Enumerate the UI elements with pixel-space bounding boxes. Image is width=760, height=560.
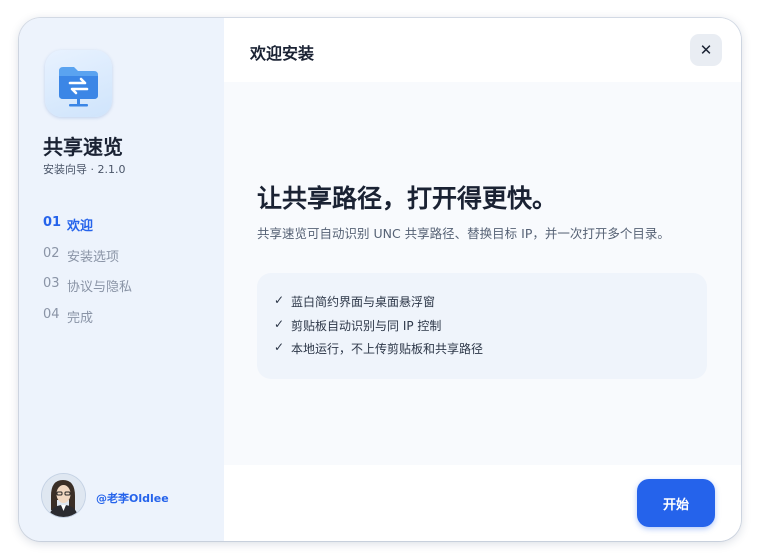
step-item-welcome: 01 欢迎: [43, 215, 213, 246]
step-number: 03: [43, 276, 60, 291]
step-item-finish: 04 完成: [43, 307, 213, 338]
page-title: 欢迎安装: [250, 44, 315, 63]
main-panel: 欢迎安装 ✕ 让共享路径，打开得更快。 共享速览可自动识别 UNC 共享路径、替…: [224, 18, 741, 541]
step-number: 01: [43, 215, 62, 230]
close-button[interactable]: ✕: [690, 34, 722, 66]
app-version: 安装向导 · 2.1.0: [43, 163, 126, 176]
check-icon: ✓: [274, 293, 285, 307]
author-handle[interactable]: @老李Oldlee: [96, 490, 169, 506]
title-bar: 欢迎安装 ✕: [224, 18, 741, 82]
step-list: 01 欢迎 02 安装选项 03 协议与隐私 04 完成: [43, 215, 213, 337]
feature-text: 剪贴板自动识别与同 IP 控制: [291, 318, 442, 333]
check-icon: ✓: [274, 316, 285, 331]
headline: 让共享路径，打开得更快。: [257, 184, 558, 213]
installer-window: 共享速览 安装向导 · 2.1.0 01 欢迎 02 安装选项 03 协议与隐私…: [19, 18, 741, 541]
feature-text: 本地运行，不上传剪贴板和共享路径: [291, 342, 484, 357]
description: 共享速览可自动识别 UNC 共享路径、替换目标 IP，并一次打开多个目录。: [257, 226, 670, 241]
feature-card: ✓ 蓝白简约界面与桌面悬浮窗 ✓ 剪贴板自动识别与同 IP 控制 ✓ 本地运行，…: [257, 273, 707, 379]
step-item-agreement: 03 协议与隐私: [43, 276, 213, 307]
start-button[interactable]: 开始: [637, 479, 715, 527]
step-label: 欢迎: [67, 219, 94, 234]
step-label: 完成: [67, 310, 94, 326]
step-number: 04: [43, 306, 60, 322]
app-title: 共享速览: [43, 135, 123, 159]
footer-bar: 开始: [224, 465, 741, 541]
feature-item: ✓ 剪贴板自动识别与同 IP 控制: [274, 317, 483, 341]
feature-list: ✓ 蓝白简约界面与桌面悬浮窗 ✓ 剪贴板自动识别与同 IP 控制 ✓ 本地运行，…: [274, 293, 483, 364]
step-item-install-options: 02 安装选项: [43, 246, 213, 277]
feature-item: ✓ 蓝白简约界面与桌面悬浮窗: [274, 293, 483, 317]
sidebar: 共享速览 安装向导 · 2.1.0 01 欢迎 02 安装选项 03 协议与隐私…: [19, 18, 224, 541]
check-icon: ✓: [274, 340, 285, 355]
feature-item: ✓ 本地运行，不上传剪贴板和共享路径: [274, 340, 483, 364]
shared-folder-icon: [45, 50, 112, 117]
step-label: 协议与隐私: [67, 280, 133, 295]
step-label: 安装选项: [67, 249, 120, 265]
author-avatar: [42, 474, 85, 517]
feature-text: 蓝白简约界面与桌面悬浮窗: [291, 295, 436, 309]
step-number: 02: [43, 245, 60, 261]
close-icon: ✕: [699, 41, 713, 59]
